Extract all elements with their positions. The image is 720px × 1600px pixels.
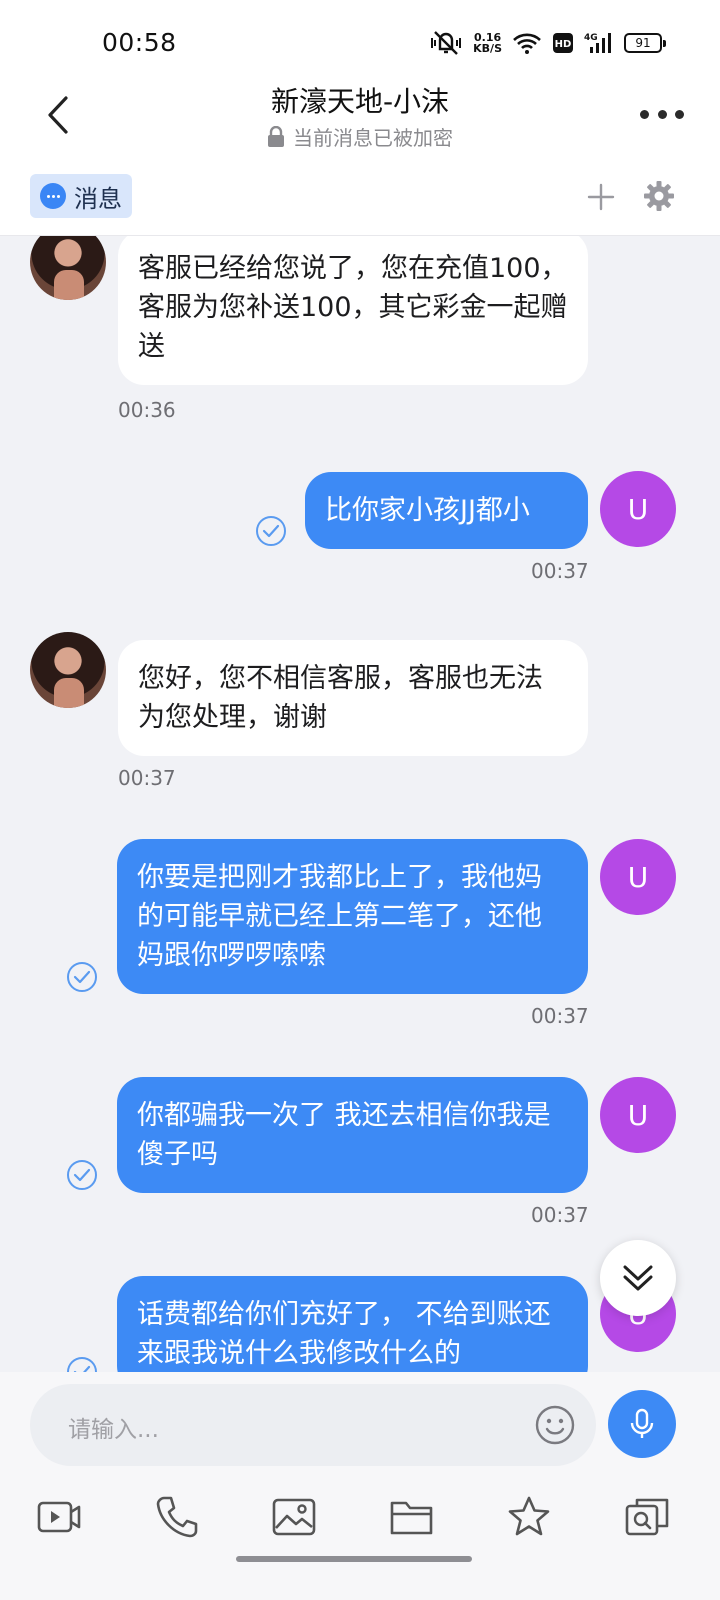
more-options-button[interactable] — [640, 102, 684, 126]
message-bubble-incoming[interactable]: 您好，您不相信客服，客服也无法为您处理，谢谢 — [118, 640, 588, 756]
hd-label: HD — [555, 39, 572, 50]
battery-indicator: 91 — [624, 33, 666, 53]
cell-signal-icon: 4G — [584, 33, 611, 53]
message-input[interactable]: 请输入... — [30, 1384, 596, 1466]
home-indicator[interactable] — [236, 1556, 472, 1562]
message-bubble-incoming[interactable]: 客服已经给您说了，您在充值100，客服为您补送100，其它彩金一起赠送 — [118, 236, 588, 385]
input-bar: 请输入... — [0, 1372, 720, 1478]
message-time: 00:36 — [118, 398, 176, 422]
screen-search-icon[interactable] — [624, 1494, 670, 1540]
agent-avatar[interactable] — [30, 236, 106, 300]
user-avatar[interactable]: U — [600, 471, 676, 547]
read-check-icon — [256, 516, 286, 546]
more-dot-icon — [657, 109, 667, 119]
message-bubble-outgoing[interactable]: 你都骗我一次了 我还去相信你我是傻子吗 — [117, 1077, 588, 1193]
microphone-icon — [630, 1408, 654, 1438]
net-speed: 0.16 KB/S — [473, 32, 502, 54]
scroll-to-bottom-button[interactable] — [600, 1240, 676, 1316]
phone-icon[interactable] — [154, 1494, 200, 1540]
chat-header: 新濠天地-小沫 当前消息已被加密 — [0, 76, 720, 160]
folder-icon[interactable] — [389, 1494, 435, 1540]
read-check-icon — [67, 1160, 97, 1190]
video-icon[interactable] — [36, 1494, 82, 1540]
more-dot-icon — [675, 109, 684, 119]
wifi-icon — [513, 33, 541, 54]
mute-vibrate-icon — [431, 31, 462, 55]
chat-title: 新濠天地-小沫 — [270, 85, 450, 118]
more-dot-icon — [640, 109, 649, 119]
lock-icon — [268, 125, 284, 147]
user-avatar[interactable]: U — [600, 1077, 676, 1153]
user-avatar[interactable]: U — [600, 839, 676, 915]
emoji-icon[interactable] — [534, 1404, 576, 1446]
message-time: 00:37 — [531, 1203, 589, 1227]
status-time: 00:58 — [102, 28, 177, 57]
message-bubble-outgoing[interactable]: 比你家小孩JJ都小 — [305, 472, 588, 549]
star-icon[interactable] — [506, 1494, 552, 1540]
message-time: 00:37 — [531, 1004, 589, 1028]
agent-avatar[interactable] — [30, 632, 106, 708]
encryption-notice: 当前消息已被加密 — [0, 122, 720, 151]
message-time: 00:37 — [531, 559, 589, 583]
message-time: 00:37 — [118, 766, 176, 790]
double-chevron-down-icon — [623, 1265, 653, 1291]
tab-messages-label: 消息 — [74, 184, 122, 213]
read-check-icon — [67, 962, 97, 992]
attachment-toolbar — [0, 1478, 720, 1600]
net-speed-unit: KB/S — [473, 42, 502, 55]
message-list[interactable]: 客服已经给您说了，您在充值100，客服为您补送100，其它彩金一起赠送 00:3… — [0, 236, 720, 1372]
status-bar: 00:58 0.16 KB/S HD 4G 91 — [0, 0, 720, 76]
encryption-text: 当前消息已被加密 — [293, 126, 453, 150]
tab-messages[interactable]: 消息 — [30, 174, 132, 218]
message-input-placeholder: 请输入... — [68, 1417, 159, 1443]
hd-icon: HD — [553, 33, 573, 53]
message-bubble-outgoing[interactable]: 话费都给你们充好了， 不给到账还来跟我说什么我修改什么的 — [117, 1276, 588, 1372]
image-icon[interactable] — [271, 1494, 317, 1540]
message-bubble-outgoing[interactable]: 你要是把刚才我都比上了，我他妈的可能早就已经上第二笔了，还他妈跟你啰啰嗦嗦 — [117, 839, 588, 994]
voice-input-button[interactable] — [608, 1390, 676, 1458]
signal-label: 4G — [584, 33, 598, 43]
chat-bubble-icon — [40, 183, 66, 209]
settings-gear-icon[interactable] — [643, 180, 675, 212]
tab-bar: 消息 — [0, 160, 720, 236]
add-tab-icon[interactable] — [586, 182, 616, 212]
read-check-icon — [67, 1357, 97, 1372]
